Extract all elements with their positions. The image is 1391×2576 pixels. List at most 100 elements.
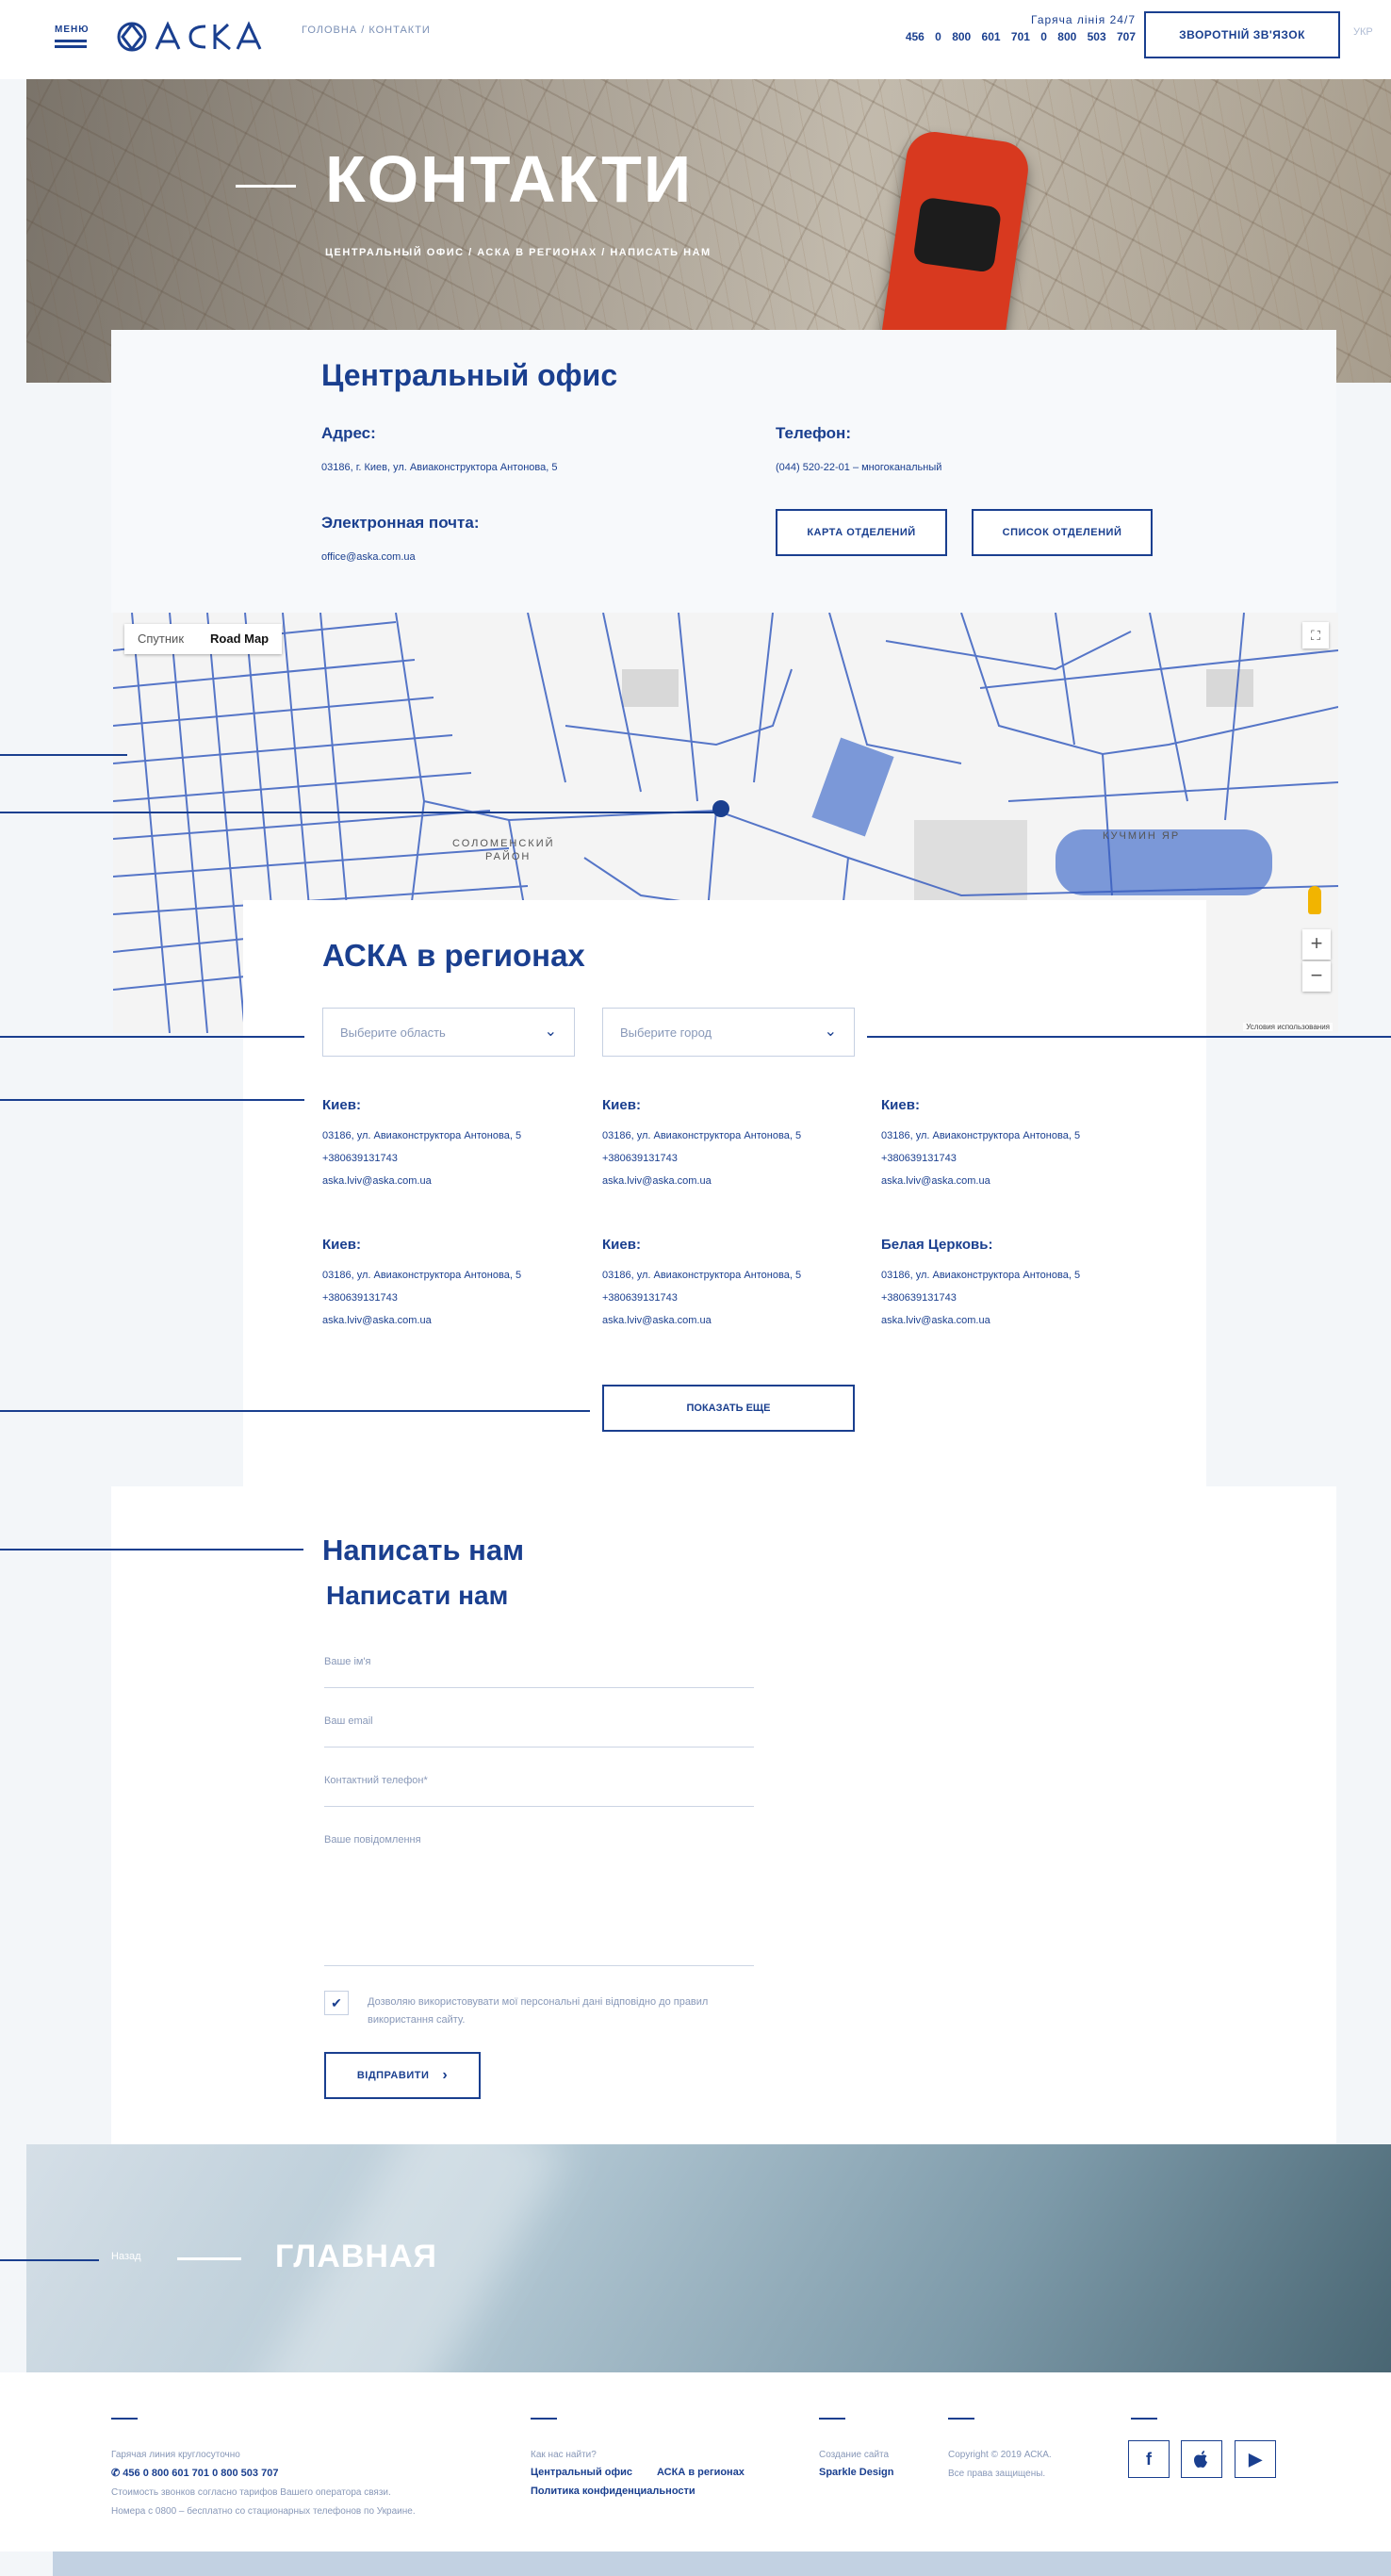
footer-dash	[819, 2418, 845, 2420]
region-office-phone[interactable]: +380639131743	[322, 1153, 596, 1164]
region-office-card: Белая Церковь: 03186, ул. Авиаконструкто…	[881, 1237, 1154, 1337]
hero-title-line	[236, 185, 296, 188]
region-office-email[interactable]: aska.lviv@aska.com.ua	[881, 1175, 1154, 1187]
form-title: Написать нам	[322, 1534, 525, 1567]
region-office-email[interactable]: aska.lviv@aska.com.ua	[602, 1315, 876, 1326]
zoom-in-button[interactable]: +	[1302, 929, 1331, 960]
show-more-button[interactable]: ПОКАЗАТЬ ЕЩЕ	[602, 1385, 855, 1432]
footer-dash	[531, 2418, 557, 2420]
map-roadmap-tab[interactable]: Road Map	[197, 624, 282, 654]
back-label: Назад	[111, 2251, 141, 2262]
footer-link-central[interactable]: Центральный офис	[531, 2467, 632, 2478]
region-office-card: Киев: 03186, ул. Авиаконструктора Антоно…	[602, 1097, 876, 1198]
email-field-placeholder: Ваш email	[324, 1715, 373, 1727]
footer-link-regions[interactable]: АСКА в регионах	[657, 2467, 745, 2478]
callback-button[interactable]: ЗВОРОТНІЙ ЗВ'ЯЗОК	[1144, 11, 1340, 58]
header-hotline: Гаряча лінія 24/7 456 0 800 601 701 0 80…	[891, 13, 1136, 43]
region-office-phone[interactable]: +380639131743	[881, 1153, 1154, 1164]
region-office-phone[interactable]: +380639131743	[881, 1292, 1154, 1304]
region-office-city: Киев:	[322, 1237, 361, 1253]
footer-hotline-numbers[interactable]: ✆ 456 0 800 601 701 0 800 503 707	[111, 2467, 278, 2479]
footer-dash	[111, 2418, 138, 2420]
top-breadcrumb[interactable]: ГОЛОВНА / КОНТАКТИ	[302, 25, 431, 36]
footer-find-label: Как нас найти?	[531, 2450, 597, 2460]
consent-text: Дозволяю використовувати мої персональні…	[368, 1996, 709, 2026]
annotation-line	[0, 812, 719, 813]
menu-button[interactable]: МЕНЮ	[55, 25, 89, 53]
list-of-offices-button[interactable]: СПИСОК ОТДЕЛЕНИЙ	[972, 509, 1153, 556]
region-office-city: Киев:	[322, 1097, 361, 1113]
email-value[interactable]: office@aska.com.ua	[321, 551, 416, 563]
site-footer: Гарячая линия круглосуточно ✆ 456 0 800 …	[0, 2372, 1391, 2551]
region-office-city: Белая Церковь:	[881, 1237, 993, 1253]
footer-created-label: Создание сайта	[819, 2450, 890, 2460]
form-subtitle: Написати нам	[326, 1581, 509, 1610]
fullscreen-icon[interactable]: ⛶	[1302, 622, 1329, 648]
region-office-card: Киев: 03186, ул. Авиаконструктора Антоно…	[602, 1237, 876, 1337]
map-of-offices-button[interactable]: КАРТА ОТДЕЛЕНИЙ	[776, 509, 947, 556]
submit-button[interactable]: ВІДПРАВИТИ ›	[324, 2052, 481, 2099]
region-office-address: 03186, ул. Авиаконструктора Антонова, 5	[322, 1130, 522, 1141]
aska-logo-mark	[117, 21, 262, 52]
central-office-card: Центральный офис Адрес: 03186, г. Киев, …	[111, 330, 1336, 613]
region-office-phone[interactable]: +380639131743	[602, 1292, 876, 1304]
footer-dash	[1131, 2418, 1157, 2420]
back-home-link[interactable]: ГЛАВНАЯ	[275, 2239, 437, 2275]
region-office-email[interactable]: aska.lviv@aska.com.ua	[322, 1315, 596, 1326]
region-office-address: 03186, ул. Авиаконструктора Антонова, 5	[602, 1130, 802, 1141]
svg-text:РАЙОН: РАЙОН	[485, 850, 531, 862]
address-value: 03186, г. Киев, ул. Авиаконструктора Ант…	[321, 462, 558, 473]
chevron-right-icon: ›	[442, 2067, 449, 2083]
page-title: КОНТАКТИ	[325, 142, 694, 216]
region-select[interactable]: Выберите область ⌄	[322, 1008, 575, 1057]
region-office-card: Киев: 03186, ул. Авиаконструктора Антоно…	[881, 1097, 1154, 1198]
region-office-city: Киев:	[602, 1097, 641, 1113]
region-office-email[interactable]: aska.lviv@aska.com.ua	[322, 1175, 596, 1187]
region-office-phone[interactable]: +380639131743	[602, 1153, 876, 1164]
car-window	[912, 196, 1003, 273]
name-field[interactable]: Ваше ім'я	[324, 1656, 754, 1688]
consent-checkbox[interactable]: ✔	[324, 1991, 349, 2015]
annotation-line	[0, 1099, 304, 1101]
footer-hotline-note: Номера с 0800 – бесплатно со стационарны…	[111, 2506, 416, 2517]
region-office-email[interactable]: aska.lviv@aska.com.ua	[881, 1315, 1154, 1326]
email-field[interactable]: Ваш email	[324, 1715, 754, 1747]
office-marker-dot	[712, 800, 729, 817]
footer-bottom-bar	[53, 2551, 1391, 2576]
city-select[interactable]: Выберите город ⌄	[602, 1008, 855, 1057]
street-view-pegman-icon[interactable]	[1308, 886, 1321, 914]
back-line	[177, 2257, 241, 2260]
region-office-phone[interactable]: +380639131743	[322, 1292, 596, 1304]
zoom-out-button[interactable]: −	[1302, 961, 1331, 992]
region-select-placeholder: Выберите область	[340, 1025, 446, 1040]
footer-link-privacy[interactable]: Политика конфиденциальности	[531, 2486, 696, 2497]
phone-icon: ✆	[111, 2468, 123, 2479]
map-attribution[interactable]: Условия использования	[1243, 1023, 1333, 1031]
play-store-icon[interactable]: ▶	[1235, 2440, 1276, 2478]
address-label: Адрес:	[321, 424, 376, 442]
facebook-icon[interactable]: f	[1128, 2440, 1170, 2478]
annotation-line	[867, 1036, 1391, 1038]
language-switcher[interactable]: УКР	[1353, 26, 1373, 38]
back-to-home-banner[interactable]: Назад ГЛАВНАЯ	[26, 2144, 1391, 2372]
map-satellite-tab[interactable]: Спутник	[124, 624, 197, 654]
apple-icon[interactable]	[1181, 2440, 1222, 2478]
hotline-label: Гаряча лінія 24/7	[1031, 13, 1136, 26]
email-label: Электронная почта:	[321, 514, 480, 532]
region-office-address: 03186, ул. Авиаконструктора Антонова, 5	[881, 1130, 1081, 1141]
hero-breadcrumb[interactable]: ЦЕНТРАЛЬНЫЙ ОФИС / АСКА В РЕГИОНАХ / НАП…	[325, 247, 712, 258]
footer-created-by[interactable]: Sparkle Design	[819, 2467, 893, 2478]
city-select-placeholder: Выберите город	[620, 1025, 712, 1040]
message-textarea[interactable]: Ваше повідомлення	[324, 1834, 754, 1966]
phone-value[interactable]: (044) 520-22-01 – многоканальный	[776, 462, 941, 473]
aska-logo[interactable]	[111, 13, 290, 60]
footer-rights: Все права защищены.	[948, 2469, 1046, 2479]
region-office-email[interactable]: aska.lviv@aska.com.ua	[602, 1175, 876, 1187]
region-office-address: 03186, ул. Авиаконструктора Антонова, 5	[881, 1270, 1081, 1281]
phone-label: Телефон:	[776, 424, 851, 442]
hotline-numbers[interactable]: 456 0 800 601 701 0 800 503 707	[891, 30, 1136, 43]
phone-field[interactable]: Контактний телефон*	[324, 1775, 754, 1807]
chevron-down-icon: ⌄	[824, 1024, 837, 1040]
checkmark-icon: ✔	[331, 1995, 342, 2010]
phone-field-placeholder: Контактний телефон*	[324, 1775, 428, 1786]
